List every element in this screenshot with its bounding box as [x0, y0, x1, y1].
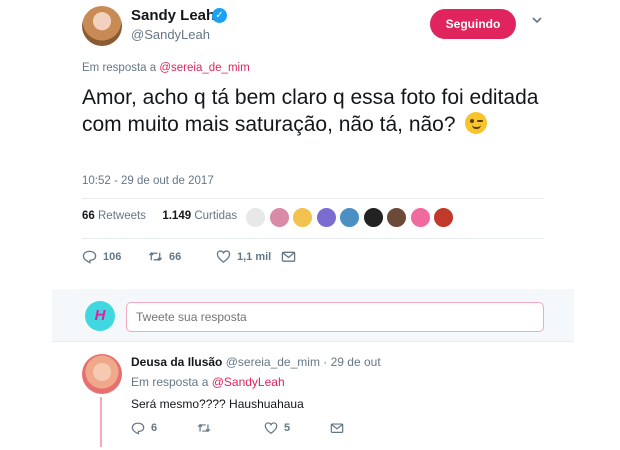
- reply-date[interactable]: · 29 de out: [323, 355, 380, 369]
- direct-message-button[interactable]: [281, 249, 296, 264]
- divider: [52, 341, 574, 342]
- thread-line: [100, 397, 102, 447]
- tweet-permalink: Sandy Leah ✓ @SandyLeah Seguindo Em resp…: [0, 0, 620, 450]
- author-name[interactable]: Sandy Leah: [131, 7, 215, 24]
- reply-author-info: Deusa da Ilusão @sereia_de_mim · 29 de o…: [131, 355, 381, 369]
- tweet-text: Amor, acho q tá bem claro q essa foto fo…: [82, 84, 542, 138]
- author-handle[interactable]: @SandyLeah: [131, 27, 210, 42]
- reply-icon: [131, 422, 145, 435]
- liker-avatar[interactable]: [433, 207, 454, 228]
- reply-tweet-retweet-button[interactable]: [197, 421, 211, 435]
- reply-tweet-context: Em resposta a @SandyLeah: [131, 375, 285, 389]
- reply-button[interactable]: 106: [82, 249, 121, 264]
- liker-avatar[interactable]: [292, 207, 313, 228]
- retweet-button[interactable]: 66: [148, 249, 181, 264]
- envelope-icon: [330, 423, 344, 433]
- reply-author-name[interactable]: Deusa da Ilusão: [131, 355, 222, 369]
- tweet-stats: 66 Retweets 1.149 Curtidas: [82, 210, 237, 222]
- liker-avatar[interactable]: [362, 207, 384, 228]
- reply-tweet-context-handle-link[interactable]: @SandyLeah: [212, 375, 285, 389]
- author-avatar[interactable]: [82, 6, 122, 46]
- heart-icon: [216, 250, 231, 263]
- liker-avatar[interactable]: [339, 207, 360, 228]
- liker-avatar[interactable]: [409, 207, 431, 228]
- current-user-avatar-letter: H: [94, 307, 106, 324]
- retweets-label[interactable]: Retweets: [98, 210, 146, 222]
- current-user-avatar[interactable]: H: [85, 301, 115, 331]
- liker-avatar[interactable]: [315, 207, 337, 228]
- likes-count[interactable]: 1.149: [162, 210, 191, 222]
- reply-tweet-like-count: 5: [284, 422, 291, 434]
- reply-input[interactable]: [126, 302, 544, 332]
- heart-icon: [264, 422, 278, 434]
- retweet-count: 66: [169, 250, 182, 263]
- reply-count: 106: [103, 250, 122, 263]
- winking-face-emoji-icon: [465, 112, 488, 134]
- divider: [82, 198, 544, 199]
- reply-author-handle[interactable]: @sereia_de_mim: [226, 355, 320, 369]
- reply-author-avatar[interactable]: [82, 354, 122, 394]
- liker-avatar[interactable]: [268, 207, 290, 228]
- reply-tweet-context-prefix: Em resposta a: [131, 375, 209, 389]
- reply-tweet-reply-button[interactable]: 6: [131, 421, 157, 435]
- reply-tweet-like-button[interactable]: 5: [264, 421, 290, 435]
- divider: [82, 238, 544, 239]
- verified-badge-icon: ✓: [212, 8, 227, 23]
- like-count: 1,1 mil: [237, 250, 272, 263]
- liker-avatar[interactable]: [245, 207, 266, 228]
- reply-context: Em resposta a @sereia_de_mim: [82, 62, 250, 74]
- retweet-icon: [148, 252, 163, 261]
- liker-avatar[interactable]: [386, 207, 407, 228]
- likes-label[interactable]: Curtidas: [194, 210, 237, 222]
- reply-tweet-text: Será mesmo???? Haushuahaua: [131, 397, 304, 411]
- tweet-timestamp[interactable]: 10:52 - 29 de out de 2017: [82, 175, 214, 187]
- reply-context-prefix: Em resposta a: [82, 62, 157, 74]
- reply-context-handle-link[interactable]: @sereia_de_mim: [159, 62, 249, 74]
- reply-tweet-dm-button[interactable]: [330, 421, 344, 435]
- reply-icon: [82, 250, 97, 264]
- retweets-count[interactable]: 66: [82, 210, 95, 222]
- envelope-icon: [281, 251, 296, 262]
- like-button[interactable]: 1,1 mil: [216, 249, 271, 264]
- following-button[interactable]: Seguindo: [430, 9, 516, 39]
- retweet-icon: [197, 423, 211, 433]
- chevron-down-icon[interactable]: [531, 14, 543, 26]
- reply-tweet-reply-count: 6: [151, 422, 158, 434]
